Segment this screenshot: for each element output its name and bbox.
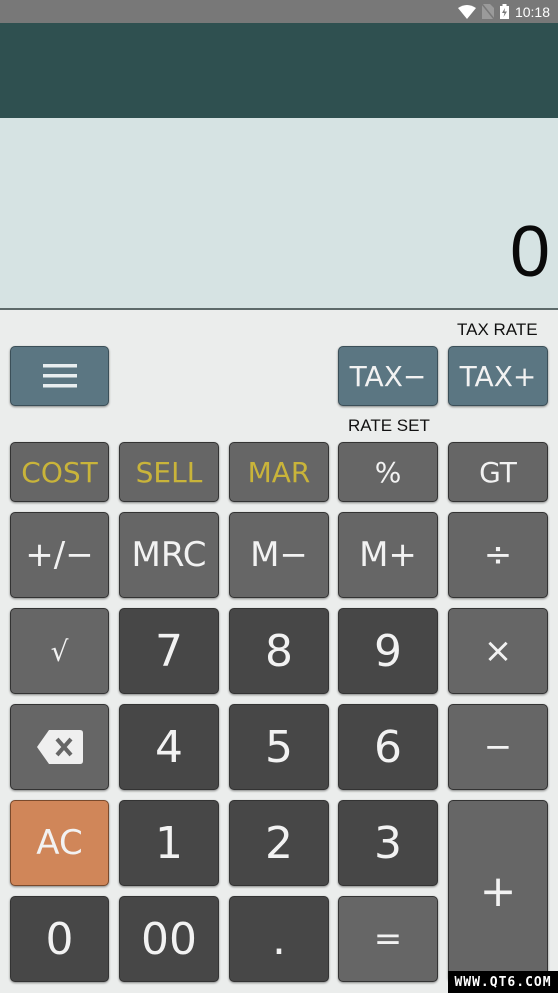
memory-plus-button[interactable]: M+ — [338, 512, 438, 598]
grand-total-button[interactable]: GT — [448, 442, 548, 502]
display-value: 0 — [509, 212, 550, 292]
memory-minus-button[interactable]: M− — [229, 512, 329, 598]
clock: 10:18 — [514, 3, 550, 20]
hamburger-menu-icon — [42, 364, 77, 388]
equals-button[interactable]: = — [338, 896, 438, 982]
add-button[interactable]: + — [448, 800, 548, 982]
watermark: WWW.QT6.COM — [448, 971, 558, 993]
square-root-button[interactable]: √ — [10, 608, 109, 694]
digit-4-button[interactable]: 4 — [119, 704, 219, 790]
multiply-button[interactable]: × — [448, 608, 548, 694]
digit-9-button[interactable]: 9 — [338, 608, 438, 694]
backspace-icon — [36, 730, 83, 764]
digit-8-button[interactable]: 8 — [229, 608, 329, 694]
digit-3-button[interactable]: 3 — [338, 800, 438, 886]
battery-charging-icon — [499, 4, 509, 19]
backspace-button[interactable] — [10, 704, 109, 790]
menu-button[interactable] — [10, 346, 109, 406]
divide-button[interactable]: ÷ — [448, 512, 548, 598]
percent-button[interactable]: % — [338, 442, 438, 502]
all-clear-button[interactable]: AC — [10, 800, 109, 886]
digit-5-button[interactable]: 5 — [229, 704, 329, 790]
margin-button[interactable]: MAR — [229, 442, 329, 502]
tax-plus-button[interactable]: TAX+ — [448, 346, 548, 406]
digit-0-button[interactable]: 0 — [10, 896, 109, 982]
cost-button[interactable]: COST — [10, 442, 109, 502]
subtract-button[interactable]: − — [448, 704, 548, 790]
memory-recall-button[interactable]: MRC — [119, 512, 219, 598]
digit-2-button[interactable]: 2 — [229, 800, 329, 886]
no-sim-icon — [481, 4, 494, 19]
calculator-display: 0 — [0, 118, 558, 310]
wifi-icon — [457, 4, 476, 19]
status-bar: 10:18 — [0, 0, 558, 23]
sell-button[interactable]: SELL — [119, 442, 219, 502]
double-zero-button[interactable]: 00 — [119, 896, 219, 982]
digit-6-button[interactable]: 6 — [338, 704, 438, 790]
digit-1-button[interactable]: 1 — [119, 800, 219, 886]
decimal-point-button[interactable]: . — [229, 896, 329, 982]
tax-rate-label: TAX RATE — [457, 320, 538, 339]
rate-set-label: RATE SET — [348, 416, 430, 435]
tax-minus-button[interactable]: TAX− — [338, 346, 438, 406]
sign-toggle-button[interactable]: +/− — [10, 512, 109, 598]
digit-7-button[interactable]: 7 — [119, 608, 219, 694]
app-bar — [0, 23, 558, 118]
